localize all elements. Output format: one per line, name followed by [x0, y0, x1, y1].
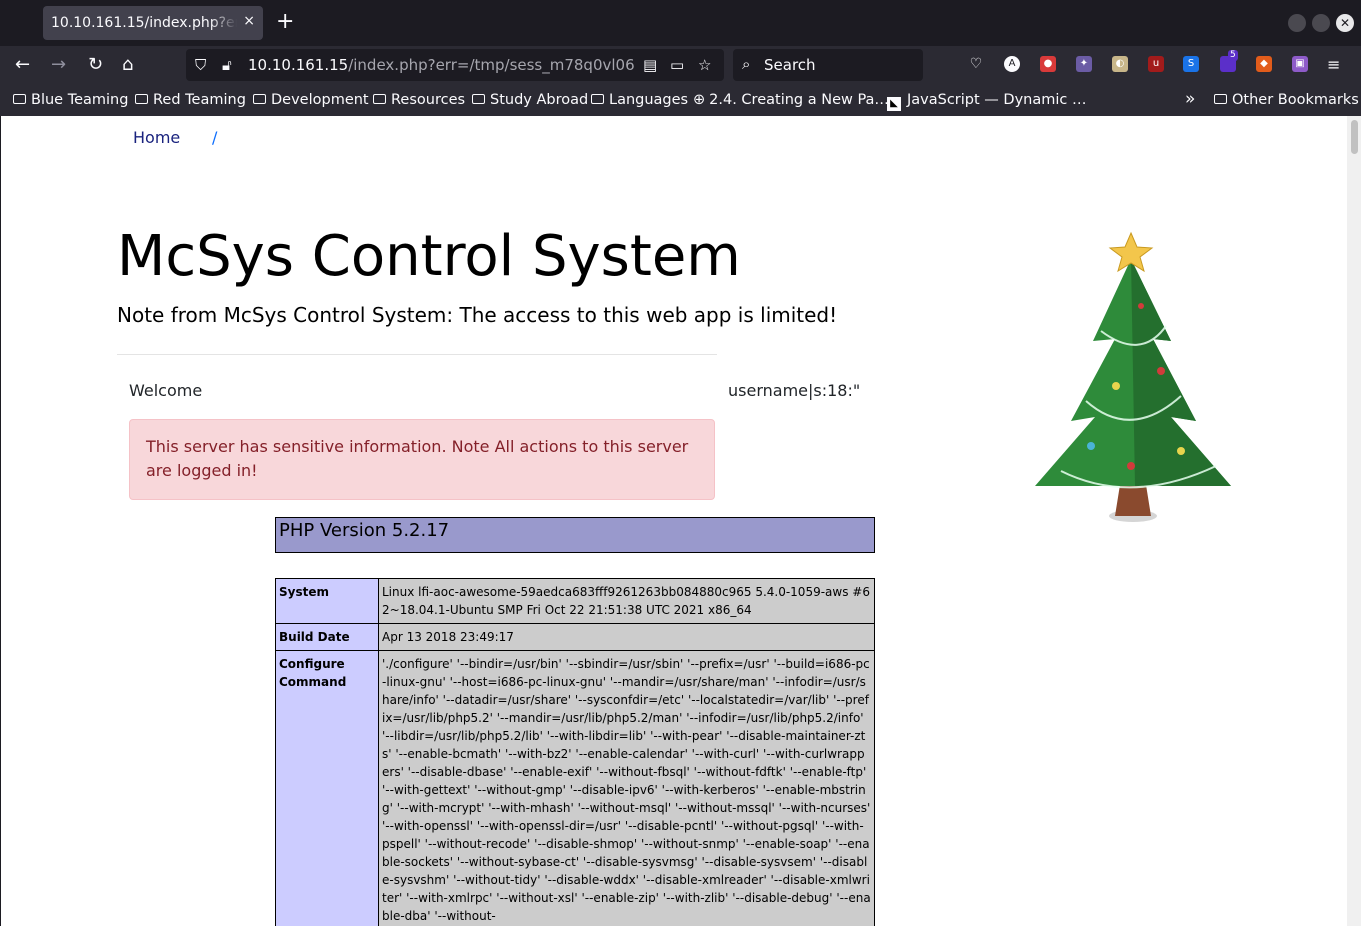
- info-value: Apr 13 2018 23:49:17: [378, 623, 875, 651]
- insecure-lock-icon[interactable]: 🔓︎: [222, 56, 232, 74]
- bookmark-label: Other Bookmarks: [1232, 92, 1359, 108]
- bookmark-link[interactable]: ⊕ 2.4. Creating a New Pa…: [693, 92, 889, 108]
- new-tab-button[interactable]: +: [276, 9, 294, 35]
- folder-icon: [13, 94, 26, 104]
- info-key: System: [275, 578, 379, 624]
- back-arrow-icon[interactable]: ←: [15, 54, 30, 76]
- bookmark-folder[interactable]: Red Teaming: [135, 92, 246, 108]
- forward-arrow-icon[interactable]: →: [51, 54, 66, 76]
- tab-close-icon[interactable]: ×: [243, 13, 255, 29]
- window-close-button[interactable]: ✕: [1336, 14, 1354, 32]
- account-icon[interactable]: A: [1004, 56, 1020, 72]
- info-key: Build Date: [275, 623, 379, 651]
- breadcrumb-home-link[interactable]: Home: [133, 128, 180, 147]
- folder-icon: [591, 94, 604, 104]
- reload-icon[interactable]: ↻: [88, 54, 103, 76]
- extension-badge: 5: [1228, 50, 1238, 61]
- username-text: username|s:18:": [728, 381, 861, 400]
- url-text[interactable]: 10.10.161.15/index.php?err=/tmp/sess_m78…: [248, 56, 634, 74]
- bookmark-label: JavaScript — Dynamic …: [907, 92, 1087, 108]
- globe-icon: ⊕: [693, 92, 706, 108]
- welcome-text: Welcome: [129, 381, 203, 400]
- bookmark-label: Resources: [391, 92, 466, 108]
- s-extension-icon[interactable]: S: [1183, 56, 1199, 72]
- folder-icon: [373, 94, 386, 104]
- bookmark-folder[interactable]: Blue Teaming: [13, 92, 128, 108]
- tab-bar: 10.10.161.15/index.php?err=/tmp/sess_m78…: [0, 0, 1361, 46]
- search-label: Search: [764, 56, 816, 74]
- bookmark-label: 2.4. Creating a New Pa…: [709, 92, 889, 108]
- bookmark-label: Development: [271, 92, 369, 108]
- bookmark-folder[interactable]: Resources: [373, 92, 465, 108]
- fox-extension-icon[interactable]: ◆: [1256, 56, 1272, 72]
- folder-icon: [1214, 94, 1227, 104]
- more-bookmarks-chevron-icon[interactable]: »: [1185, 89, 1195, 109]
- cookie-extension-icon[interactable]: ◐: [1112, 56, 1128, 72]
- home-icon[interactable]: ⌂: [122, 54, 133, 76]
- scrollbar-thumb[interactable]: [1351, 120, 1358, 154]
- search-icon: ⌕: [742, 55, 751, 73]
- ublock-icon[interactable]: u: [1148, 56, 1164, 72]
- page-viewport: Home / McSys Control System Note from Mc…: [1, 116, 1347, 926]
- url-path: /index.php?err=/tmp/sess_m78q0vl0698f3r: [348, 56, 634, 74]
- bookmark-link[interactable]: ◣ JavaScript — Dynamic …: [887, 92, 1086, 111]
- table-row: System Linux lfi-aoc-awesome-59aedca683f…: [275, 578, 875, 624]
- bookmarks-bar: Blue Teaming Red Teaming Development Res…: [0, 86, 1361, 116]
- bookmark-folder[interactable]: Development: [253, 92, 369, 108]
- folder-icon: [253, 94, 266, 104]
- breadcrumb-separator: /: [212, 128, 218, 147]
- bookmark-label: Red Teaming: [153, 92, 246, 108]
- extension-icon[interactable]: ✦: [1076, 56, 1092, 72]
- navigation-toolbar: ← → ↻ ⌂ ⛉ 🔓︎ 10.10.161.15/index.php?err=…: [0, 46, 1361, 86]
- table-row: Build Date Apr 13 2018 23:49:17: [275, 623, 875, 651]
- info-value: Linux lfi-aoc-awesome-59aedca683fff92612…: [378, 578, 875, 624]
- cube-extension-icon[interactable]: ▣: [1292, 56, 1308, 72]
- tab-title: 10.10.161.15/index.php?err=/tmp/sess_m78…: [51, 15, 237, 31]
- page-title: McSys Control System: [117, 224, 741, 289]
- php-version-header: PHP Version 5.2.17: [275, 517, 875, 553]
- christmas-tree-image: [1035, 231, 1231, 522]
- page-action-icon[interactable]: ▭: [670, 56, 684, 74]
- bookmark-folder[interactable]: Languages: [591, 92, 688, 108]
- url-bar[interactable]: ⛉ 🔓︎ 10.10.161.15/index.php?err=/tmp/ses…: [186, 49, 724, 81]
- info-value: './configure' '--bindir=/usr/bin' '--sbi…: [378, 650, 875, 926]
- search-bar[interactable]: ⌕ Search: [733, 49, 923, 81]
- divider: [117, 354, 717, 355]
- screenshot-extension-icon[interactable]: ●: [1040, 56, 1056, 72]
- shield-icon[interactable]: ⛉: [195, 56, 206, 74]
- bookmark-label: Languages: [609, 92, 689, 108]
- pocket-icon[interactable]: ♡: [968, 56, 984, 72]
- warning-alert: This server has sensitive information. N…: [129, 419, 715, 500]
- scrollbar[interactable]: [1347, 116, 1361, 926]
- active-tab[interactable]: 10.10.161.15/index.php?err=/tmp/sess_m78…: [43, 6, 263, 40]
- bookmark-folder[interactable]: Study Abroad: [472, 92, 588, 108]
- bookmark-label: Study Abroad: [490, 92, 589, 108]
- access-note: Note from McSys Control System: The acce…: [117, 303, 838, 327]
- url-host: 10.10.161.15: [248, 56, 349, 74]
- folder-icon: [135, 94, 148, 104]
- phpinfo-table: System Linux lfi-aoc-awesome-59aedca683f…: [275, 578, 875, 926]
- info-key: Configure Command: [275, 650, 379, 926]
- reader-view-icon[interactable]: ▤: [643, 56, 657, 74]
- minimize-button[interactable]: [1288, 14, 1306, 32]
- bookmark-label: Blue Teaming: [31, 92, 129, 108]
- mdn-icon: ◣: [887, 97, 901, 111]
- other-bookmarks-folder[interactable]: Other Bookmarks: [1214, 92, 1359, 108]
- menu-icon[interactable]: ≡: [1327, 54, 1340, 76]
- folder-icon: [472, 94, 485, 104]
- bookmark-star-icon[interactable]: ☆: [698, 56, 711, 74]
- table-row: Configure Command './configure' '--bindi…: [275, 650, 875, 926]
- maximize-button[interactable]: [1312, 14, 1330, 32]
